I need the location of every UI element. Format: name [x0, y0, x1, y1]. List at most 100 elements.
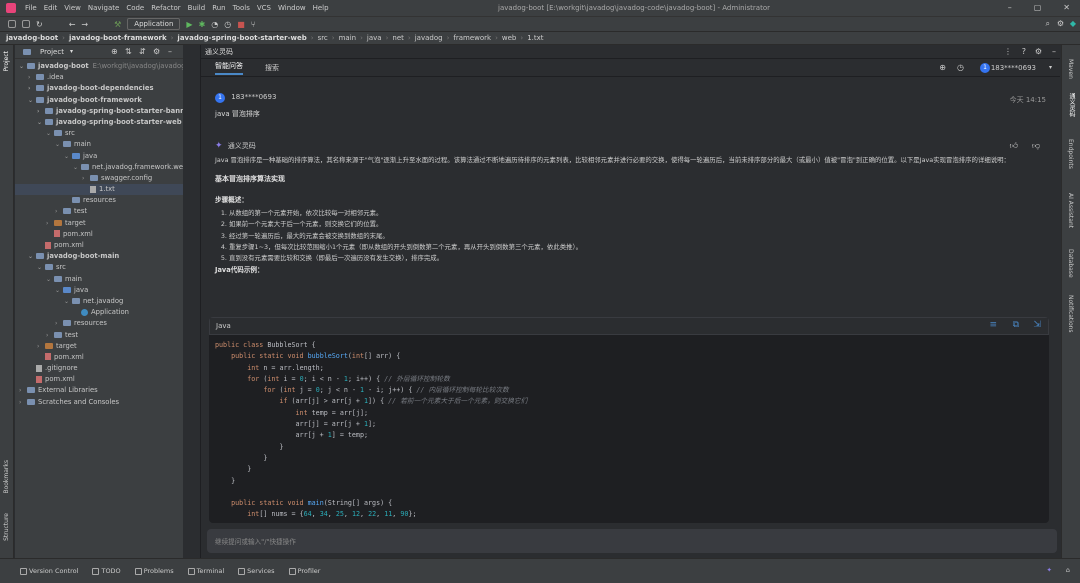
help-icon[interactable]: ?	[1022, 47, 1026, 56]
hide-panel-icon[interactable]: –	[1052, 47, 1056, 56]
menu-vcs[interactable]: VCS	[257, 4, 271, 12]
breadcrumb-item[interactable]: 1.txt	[527, 34, 543, 42]
ai-status-icon[interactable]: ✦	[1047, 566, 1052, 574]
breadcrumb-item[interactable]: javadog-spring-boot-starter-web	[177, 34, 306, 42]
collapse-all-icon[interactable]: ⇵	[139, 47, 146, 56]
options-icon[interactable]: ⚙	[153, 47, 160, 56]
tree-item[interactable]: ⌄ javadog-boot-main	[15, 251, 183, 262]
menu-view[interactable]: View	[64, 4, 81, 12]
tree-item[interactable]: › External Libraries	[15, 385, 183, 396]
expand-arrow-icon[interactable]: ›	[82, 173, 90, 184]
expand-arrow-icon[interactable]: ⌄	[37, 262, 45, 273]
breadcrumb-item[interactable]: main	[339, 34, 357, 42]
maximize-icon[interactable]: ▢	[1034, 3, 1042, 12]
tree-item[interactable]: ⌄ src	[15, 128, 183, 139]
menu-window[interactable]: Window	[278, 4, 306, 12]
expand-arrow-icon[interactable]: ⌄	[73, 162, 81, 173]
expand-arrow-icon[interactable]: ›	[55, 318, 63, 329]
stop-icon[interactable]: ■	[237, 20, 245, 29]
tool-window-endpoints[interactable]: Endpoints	[1067, 139, 1074, 169]
breadcrumb-item[interactable]: net	[392, 34, 404, 42]
tree-item[interactable]: Application	[15, 307, 183, 318]
git-icon[interactable]: ⑂	[251, 20, 256, 29]
menu-navigate[interactable]: Navigate	[88, 4, 119, 12]
expand-arrow-icon[interactable]: ⌄	[37, 117, 45, 128]
expand-arrow-icon[interactable]: ›	[37, 106, 45, 117]
new-chat-icon[interactable]: ⊕	[939, 63, 946, 72]
open-icon[interactable]	[8, 20, 16, 28]
tree-item[interactable]: ⌄ main	[15, 274, 183, 285]
build-icon[interactable]: ⚒	[114, 20, 121, 29]
tree-item[interactable]: resources	[15, 195, 183, 206]
tool-window-bookmarks[interactable]: Bookmarks	[3, 460, 10, 494]
tab-search[interactable]: 搜索	[265, 63, 279, 73]
tree-item[interactable]: ⌄ net.javadog.framework.we	[15, 162, 183, 173]
tree-item[interactable]: ⌄ java	[15, 285, 183, 296]
project-panel-title[interactable]: Project	[40, 48, 64, 56]
tree-item[interactable]: › test	[15, 330, 183, 341]
tool-window-structure[interactable]: Structure	[3, 513, 10, 541]
user-avatar[interactable]: 1	[980, 63, 990, 73]
tree-item[interactable]: ⌄ src	[15, 262, 183, 273]
minimize-icon[interactable]: –	[1008, 3, 1012, 12]
tree-item[interactable]: pom.xml	[15, 240, 183, 251]
menu-code[interactable]: Code	[126, 4, 144, 12]
expand-arrow-icon[interactable]: ⌄	[28, 251, 36, 262]
status-services[interactable]: Services	[238, 567, 275, 575]
tree-item[interactable]: › javadog-spring-boot-starter-banner	[15, 106, 183, 117]
tree-item[interactable]: .gitignore	[15, 363, 183, 374]
close-icon[interactable]: ✕	[1063, 3, 1070, 12]
chevron-down-icon[interactable]: ▾	[1049, 64, 1052, 71]
sync-icon[interactable]: ↻	[36, 20, 43, 29]
expand-arrow-icon[interactable]: ›	[55, 206, 63, 217]
status-profiler[interactable]: Profiler	[288, 567, 320, 575]
user-name[interactable]: 183****0693	[991, 64, 1036, 72]
expand-arrow-icon[interactable]: ⌄	[64, 151, 72, 162]
tree-item[interactable]: › test	[15, 206, 183, 217]
menu-tools[interactable]: Tools	[233, 4, 250, 12]
tree-item[interactable]: pom.xml	[15, 374, 183, 385]
expand-arrow-icon[interactable]: ›	[19, 385, 27, 396]
tree-item[interactable]: ⌄ net.javadog	[15, 296, 183, 307]
run-icon[interactable]: ▶	[186, 20, 192, 29]
insert-code-icon[interactable]: ≡	[989, 320, 997, 330]
breadcrumb-item[interactable]: src	[318, 34, 328, 42]
expand-arrow-icon[interactable]: ⌄	[64, 296, 72, 307]
expand-arrow-icon[interactable]: ⌄	[19, 61, 27, 72]
menu-run[interactable]: Run	[212, 4, 225, 12]
profile-icon[interactable]: ◷	[224, 20, 231, 29]
chat-input[interactable]: 继续提问或输入"/"快捷操作	[207, 529, 1057, 553]
search-everywhere-icon[interactable]: ⌕	[1046, 19, 1050, 29]
menu-refactor[interactable]: Refactor	[151, 4, 180, 12]
breadcrumb-item[interactable]: javadog-boot	[6, 34, 58, 42]
tool-window-project[interactable]: Project	[3, 51, 10, 72]
tree-item[interactable]: ⌄ javadog-boot E:\workgit\javadog\javadog-…	[15, 61, 183, 72]
expand-arrow-icon[interactable]: ›	[19, 397, 27, 408]
tool-window-tongyi[interactable]: 通义灵码	[1067, 93, 1076, 117]
tree-item[interactable]: › target	[15, 218, 183, 229]
status-terminal[interactable]: Terminal	[187, 567, 224, 575]
new-file-icon[interactable]: ⇲	[1033, 320, 1041, 330]
tree-item[interactable]: › target	[15, 341, 183, 352]
debug-icon[interactable]: ✱	[199, 20, 206, 29]
breadcrumb-item[interactable]: javadog	[415, 34, 443, 42]
tree-item[interactable]: pom.xml	[15, 229, 183, 240]
settings-icon[interactable]: ⚙	[1057, 19, 1064, 28]
tree-item[interactable]: ⌄ javadog-spring-boot-starter-web	[15, 117, 183, 128]
breadcrumb-item[interactable]: javadog-boot-framework	[69, 34, 167, 42]
menu-edit[interactable]: Edit	[44, 4, 58, 12]
save-all-icon[interactable]	[22, 20, 30, 28]
chevron-down-icon[interactable]: ▾	[70, 48, 73, 55]
tree-item[interactable]: › resources	[15, 318, 183, 329]
expand-arrow-icon[interactable]: ›	[37, 341, 45, 352]
expand-arrow-icon[interactable]: ›	[46, 218, 54, 229]
copy-icon[interactable]: ⧉	[1013, 320, 1019, 330]
tool-window-maven[interactable]: Maven	[1067, 59, 1074, 79]
coverage-icon[interactable]: ◔	[211, 20, 218, 29]
expand-arrow-icon[interactable]: ⌄	[46, 274, 54, 285]
breadcrumb-item[interactable]: framework	[453, 34, 491, 42]
status-todo[interactable]: TODO	[92, 567, 121, 575]
forward-icon[interactable]: →	[81, 20, 88, 29]
tree-item[interactable]: › .idea	[15, 72, 183, 83]
expand-arrow-icon[interactable]: ⌄	[55, 285, 63, 296]
